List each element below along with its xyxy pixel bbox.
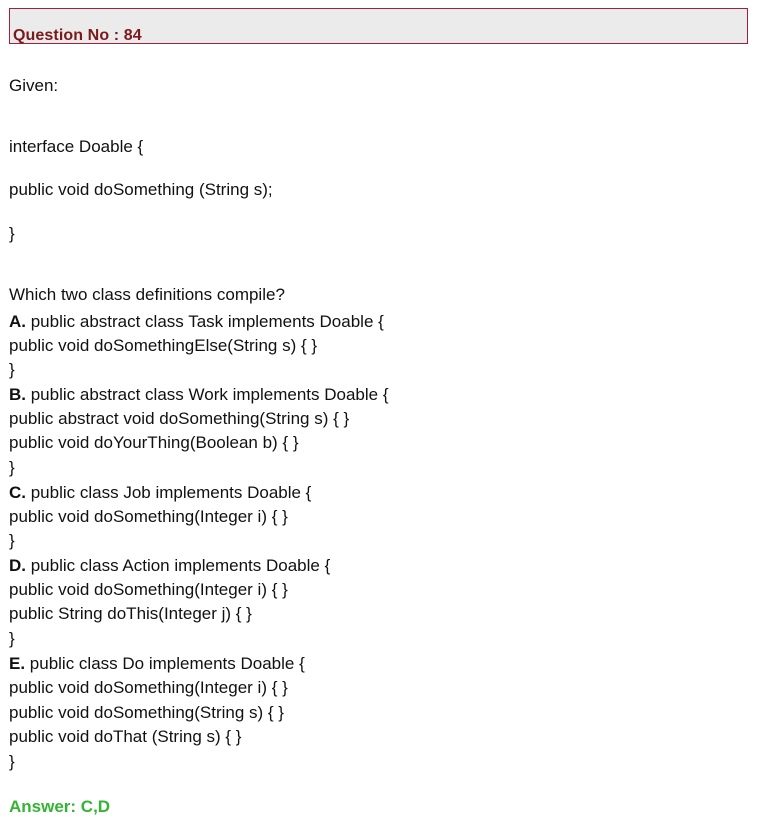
option-b-header: B. public abstract class Work implements… bbox=[9, 385, 389, 405]
option-text: public abstract class Work implements Do… bbox=[26, 385, 389, 404]
answer-text: Answer: C,D bbox=[9, 797, 111, 816]
option-c-header: C. public class Job implements Doable { bbox=[9, 483, 311, 503]
option-text: public class Do implements Doable { bbox=[25, 654, 305, 673]
question-header: Question No : 84 bbox=[9, 8, 748, 44]
option-line: public void doYourThing(Boolean b) { } bbox=[9, 433, 299, 452]
option-line: } bbox=[9, 360, 15, 379]
option-d-header: D. public class Action implements Doable… bbox=[9, 556, 330, 576]
option-line: public abstract void doSomething(String … bbox=[9, 409, 350, 428]
option-line: public String doThis(Integer j) { } bbox=[9, 604, 252, 623]
option-text: public class Job implements Doable { bbox=[26, 483, 312, 502]
option-line: } bbox=[9, 458, 15, 477]
code-line: } bbox=[9, 224, 15, 243]
option-text: public class Action implements Doable { bbox=[26, 556, 331, 575]
option-text: public abstract class Task implements Do… bbox=[26, 312, 384, 331]
option-line: public void doSomething(Integer i) { } bbox=[9, 580, 288, 599]
given-label: Given: bbox=[9, 76, 59, 95]
option-line: } bbox=[9, 629, 15, 648]
option-line: } bbox=[9, 531, 15, 550]
option-letter: D. bbox=[9, 556, 26, 575]
question-title: Question No : 84 bbox=[13, 27, 142, 44]
option-line: public void doSomething(Integer i) { } bbox=[9, 507, 288, 526]
option-a-header: A. public abstract class Task implements… bbox=[9, 312, 384, 332]
option-e-header: E. public class Do implements Doable { bbox=[9, 654, 305, 674]
option-line: } bbox=[9, 752, 15, 771]
option-line: public void doSomething(String s) { } bbox=[9, 703, 284, 722]
option-letter: B. bbox=[9, 385, 26, 404]
option-line: public void doSomethingElse(String s) { … bbox=[9, 336, 318, 355]
option-letter: C. bbox=[9, 483, 26, 502]
question-prompt: Which two class definitions compile? bbox=[9, 285, 285, 304]
code-line: interface Doable { bbox=[9, 137, 144, 156]
option-line: public void doThat (String s) { } bbox=[9, 727, 242, 746]
option-line: public void doSomething(Integer i) { } bbox=[9, 678, 288, 697]
code-line: public void doSomething (String s); bbox=[9, 180, 273, 199]
option-letter: E. bbox=[9, 654, 26, 673]
option-letter: A. bbox=[9, 312, 26, 331]
